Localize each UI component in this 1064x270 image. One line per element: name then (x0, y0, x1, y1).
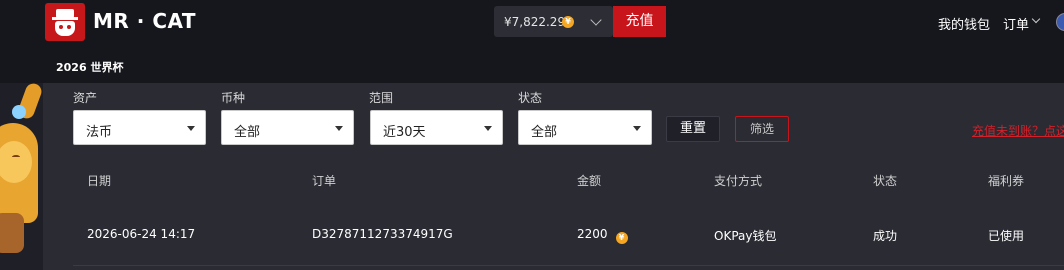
caret-down-icon (187, 126, 195, 131)
caret-down-icon (633, 126, 641, 131)
nav-my-wallet[interactable]: 我的钱包 (938, 14, 990, 33)
reset-button[interactable]: 重置 (666, 116, 720, 142)
caret-down-icon (335, 126, 343, 131)
column-header-date: 日期 (87, 174, 112, 188)
mascot-illustration (0, 83, 43, 270)
nav-orders[interactable]: 订单 (1003, 14, 1029, 33)
chevron-down-icon (590, 14, 602, 26)
logo-hat-brim (52, 17, 78, 20)
range-select[interactable]: 近30天 (370, 110, 503, 145)
status-select[interactable]: 全部 (518, 110, 652, 145)
filter-button[interactable]: 筛选 (735, 116, 789, 142)
coin-icon: ¥ (562, 16, 574, 28)
avatar[interactable] (1056, 13, 1064, 31)
nav-world-cup-link[interactable]: 2026 世界杯 (56, 59, 123, 75)
status-filter-label: 状态 (518, 91, 543, 105)
recharge-not-received-link[interactable]: 充值未到账？点这 (972, 122, 1064, 139)
brand-name[interactable]: MR · CAT (93, 9, 196, 33)
caret-down-icon (484, 126, 492, 131)
currency-select-value: 全部 (234, 125, 261, 140)
top-navigation-bar: MR · CAT ¥7,822.29 ¥ 充值 我的钱包 订单 (0, 0, 1064, 45)
range-select-value: 近30天 (383, 125, 426, 140)
row-payment-method: OKPay钱包 (714, 229, 777, 243)
balance-amount: ¥7,822.29 (504, 15, 566, 29)
coin-icon: ¥ (615, 232, 628, 244)
balance-dropdown[interactable]: ¥7,822.29 ¥ (494, 6, 613, 37)
row-date: 2026-06-24 14:17 (87, 227, 196, 241)
row-amount-cell: 2200 ¥ (577, 227, 628, 244)
column-header-coupon: 福利券 (988, 174, 1025, 188)
status-select-value: 全部 (531, 125, 558, 140)
secondary-nav-bar: 2026 世界杯 (0, 45, 1064, 83)
column-header-order: 订单 (312, 174, 337, 188)
mascot-eye-shape (12, 155, 20, 159)
mascot-antenna-shape (12, 105, 26, 119)
logo-cat-icon[interactable] (45, 3, 85, 41)
recharge-button[interactable]: 充值 (613, 6, 666, 37)
row-divider (73, 265, 1064, 266)
column-header-payment: 支付方式 (714, 174, 763, 188)
mascot-arm-shape (0, 213, 24, 253)
currency-select[interactable]: 全部 (221, 110, 354, 145)
chevron-down-icon[interactable] (1031, 14, 1041, 24)
logo-face-shape (55, 21, 75, 36)
column-header-amount: 金额 (577, 174, 602, 188)
asset-select-value: 法币 (86, 125, 113, 140)
asset-select[interactable]: 法币 (73, 110, 206, 145)
row-amount: 2200 (577, 227, 608, 241)
asset-filter-label: 资产 (73, 91, 98, 105)
range-filter-label: 范围 (369, 91, 394, 105)
column-header-status: 状态 (873, 174, 898, 188)
row-coupon: 已使用 (988, 229, 1025, 243)
row-order-id: D3278711273374917G (312, 227, 453, 241)
currency-filter-label: 币种 (221, 91, 246, 105)
row-status: 成功 (873, 229, 898, 243)
